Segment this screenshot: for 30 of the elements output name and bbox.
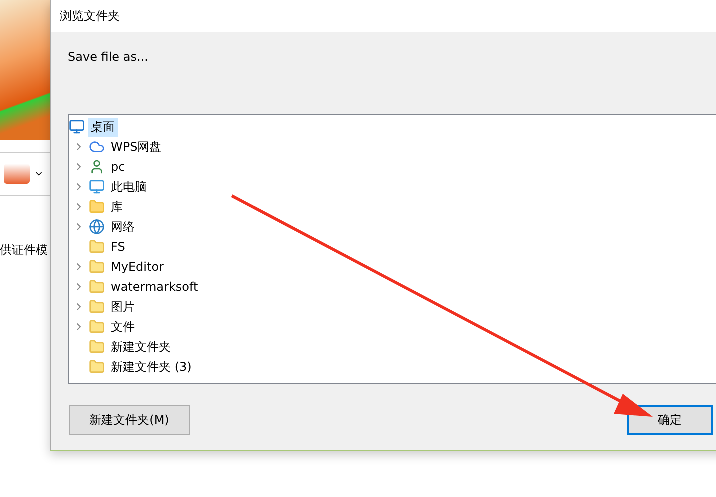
cloud-icon [89, 139, 105, 155]
user-icon [89, 159, 105, 175]
folder-icon [89, 239, 105, 255]
folder-icon [89, 299, 105, 315]
tree-item[interactable]: MyEditor [108, 259, 167, 275]
tree-item[interactable]: 桌面 [88, 118, 118, 136]
tree-item[interactable]: 库 [108, 198, 126, 216]
monitor-icon [89, 179, 105, 195]
new-folder-button[interactable]: 新建文件夹(M) [69, 405, 190, 435]
globe-icon [89, 219, 105, 235]
tree-item[interactable]: 文件 [108, 318, 138, 336]
monitor-icon [69, 119, 85, 135]
side-text: 供证件模 [0, 242, 49, 259]
tree-item[interactable]: 网络 [108, 218, 138, 236]
tree-item[interactable]: FS [108, 239, 128, 255]
tree-item[interactable]: 新建文件夹 [108, 338, 174, 356]
tree-item[interactable]: 图片 [108, 298, 138, 316]
folder-icon [89, 339, 105, 355]
tree-item[interactable]: 此电脑 [108, 178, 150, 196]
folder-icon [89, 279, 105, 295]
prompt-text: Save file as... [68, 50, 150, 64]
folder-icon [89, 259, 105, 275]
tree-item[interactable]: watermarksoft [108, 279, 202, 295]
tree-item[interactable]: pc [108, 159, 128, 175]
tree-item[interactable]: 新建文件夹 (3) [108, 358, 195, 376]
folder-icon [89, 359, 105, 375]
folder-icon [89, 199, 105, 215]
tree-item[interactable]: WPS网盘 [108, 138, 165, 156]
window-title: 浏览文件夹 [60, 8, 120, 24]
folder-icon [89, 319, 105, 335]
